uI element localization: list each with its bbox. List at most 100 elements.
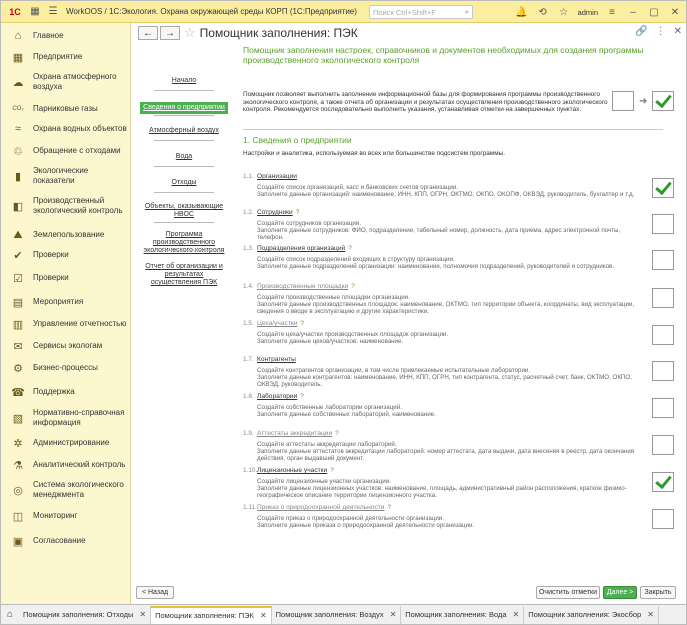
help-question-icon[interactable]: ? [296, 209, 300, 216]
sidebar-item-1[interactable]: ▦ Предприятие [1, 48, 131, 66]
item-done-checkbox[interactable] [652, 361, 674, 381]
close-window-icon[interactable]: ✕ [667, 4, 683, 20]
item-title-link[interactable]: Лицензионные участки? [257, 467, 334, 474]
close-tab-icon[interactable]: ✕ [390, 610, 397, 619]
item-title-link[interactable]: Производственные площадки? [257, 283, 355, 290]
more-actions-icon[interactable]: ⋮ [656, 26, 666, 37]
sidebar-item-19[interactable]: ◎ Система экологического менеджмента [1, 478, 131, 502]
sidebar-item-6[interactable]: ▮ Экологические показатели [1, 164, 131, 188]
wizard-step-2[interactable]: Атмосферный воздух [140, 127, 228, 135]
sidebar-item-8[interactable]: ⛰ Землепользование [1, 226, 131, 244]
close-tab-icon[interactable]: ✕ [260, 611, 267, 620]
clear-marks-button[interactable]: Очистить отметки [536, 586, 600, 599]
item-title-text: Контрагенты [257, 356, 296, 363]
wizard-step-5[interactable]: Объекты, оказывающие НВОС [140, 203, 228, 219]
maximize-icon[interactable]: ▢ [646, 4, 662, 20]
next-button[interactable]: Далее > [603, 586, 637, 599]
home-icon[interactable]: ⌂ [1, 606, 19, 624]
intro-checkbox[interactable] [652, 91, 674, 111]
sidebar-item-12[interactable]: ▥ Управление отчетностью [1, 315, 131, 333]
step-separator [154, 222, 214, 223]
close-tab-icon[interactable]: ✕ [513, 610, 520, 619]
current-user[interactable]: admin [578, 8, 598, 17]
help-question-icon[interactable]: ? [351, 283, 355, 290]
item-number: 1.9. [243, 430, 254, 437]
sidebar-item-9[interactable]: ✔ Проверки [1, 246, 131, 264]
item-title-link[interactable]: Лаборатории? [257, 393, 304, 400]
close-form-icon[interactable]: ✕ [674, 26, 682, 37]
window-tab[interactable]: Помощник заполнения: Воздух ✕ [272, 605, 402, 624]
close-button[interactable]: Закрыть [640, 586, 676, 599]
item-done-checkbox[interactable] [652, 325, 674, 345]
close-tab-icon[interactable]: ✕ [139, 610, 146, 619]
item-done-checkbox[interactable] [652, 250, 674, 270]
sidebar-item-10[interactable]: ☑ Проверки [1, 269, 131, 287]
sidebar-item-3[interactable]: CO₂ Парниковые газы [1, 100, 131, 118]
wizard-step-4[interactable]: Отходы [140, 179, 228, 187]
item-done-checkbox[interactable] [652, 509, 674, 529]
tab-label: Помощник заполнения: ПЭК [155, 611, 254, 620]
item-done-checkbox[interactable] [652, 214, 674, 234]
sidebar-item-5[interactable]: ♲ Обращение с отходами [1, 142, 131, 160]
item-done-checkbox[interactable] [652, 435, 674, 455]
favorite-star-icon[interactable]: ☆ [184, 25, 196, 41]
item-title-link[interactable]: Приказ о природоохранной деятельности? [257, 504, 391, 511]
sidebar-item-15[interactable]: ☎ Поддержка [1, 383, 131, 401]
window-tab[interactable]: Помощник заполнения: Экосбор ✕ [524, 605, 659, 624]
sidebar-item-14[interactable]: ⚙ Бизнес-процессы [1, 359, 131, 377]
item-done-checkbox[interactable] [652, 178, 674, 198]
sidebar-item-16[interactable]: ▧ Нормативно-справочная информация [1, 406, 131, 430]
item-title-link[interactable]: Цеха/участки? [257, 320, 304, 327]
wizard-step-7[interactable]: Отчет об организации и результатах осуще… [140, 263, 228, 287]
window-tab[interactable]: Помощник заполнения: ПЭК ✕ [151, 605, 272, 624]
global-search-input[interactable]: Поиск Ctrl+Shift+F ⌕ [369, 5, 473, 19]
item-number: 1.10. [243, 467, 258, 474]
sidebar-item-13[interactable]: ✉ Сервисы экологам [1, 337, 131, 355]
sidebar-item-21[interactable]: ▣ Согласование [1, 532, 131, 550]
sidebar-item-7[interactable]: ◧ Производственный экологический контроль [1, 193, 131, 219]
item-title-link[interactable]: Аттестаты аккредитации? [257, 430, 339, 437]
close-tab-icon[interactable]: ✕ [647, 610, 654, 619]
link-icon[interactable]: 🔗 [635, 26, 647, 37]
sidebar-item-4[interactable]: ≈ Охрана водных объектов [1, 120, 131, 138]
item-done-checkbox[interactable] [652, 472, 674, 492]
settings-icon[interactable]: ≡ [604, 4, 620, 20]
sidebar-item-11[interactable]: ▤ Мероприятия [1, 293, 131, 311]
forward-nav-button[interactable]: → [160, 26, 180, 40]
window-tab[interactable]: Помощник заполнения: Отходы ✕ [19, 605, 152, 624]
sidebar-item-0[interactable]: ⌂ Главное [1, 27, 131, 45]
sidebar-section-icon: ✉ [13, 340, 23, 353]
item-title-link[interactable]: Организации [257, 173, 297, 180]
wizard-step-0[interactable]: Начало [140, 77, 228, 85]
sidebar-item-20[interactable]: ◫ Мониторинг [1, 507, 131, 525]
history-icon[interactable]: ⟲ [535, 4, 551, 20]
wizard-step-3[interactable]: Вода [140, 153, 228, 161]
item-title-link[interactable]: Подразделения организаций? [257, 245, 352, 252]
item-title-link[interactable]: Контрагенты [257, 356, 296, 363]
back-nav-button[interactable]: ← [138, 26, 158, 40]
wizard-step-6[interactable]: Программа производственного экологическо… [140, 231, 228, 255]
intro-empty-box[interactable] [612, 91, 634, 111]
help-question-icon[interactable]: ? [300, 320, 304, 327]
step-separator [154, 90, 214, 91]
help-question-icon[interactable]: ? [335, 430, 339, 437]
wizard-step-1[interactable]: Сведения о предприятии [140, 102, 228, 114]
window-tab[interactable]: Помощник заполнения: Вода ✕ [401, 605, 525, 624]
help-question-icon[interactable]: ? [330, 467, 334, 474]
bell-icon[interactable]: 🔔 [514, 4, 530, 20]
help-question-icon[interactable]: ? [300, 393, 304, 400]
help-question-icon[interactable]: ? [348, 245, 352, 252]
sidebar-item-17[interactable]: ✲ Администрирование [1, 434, 131, 452]
hamburger-menu-icon[interactable]: ☰ [45, 4, 61, 20]
minimize-icon[interactable]: – [625, 4, 641, 20]
sidebar-item-2[interactable]: ☁ Охрана атмосферного воздуха [1, 70, 131, 94]
item-done-checkbox[interactable] [652, 398, 674, 418]
favorites-star-icon[interactable]: ☆ [556, 4, 572, 20]
grid-menu-icon[interactable]: ▦ [27, 4, 43, 20]
item-title-link[interactable]: Сотрудники? [257, 209, 299, 216]
help-question-icon[interactable]: ? [387, 504, 391, 511]
back-button[interactable]: < Назад [136, 586, 174, 599]
sidebar-item-18[interactable]: ⚗ Аналитический контроль [1, 456, 131, 474]
item-description: Создайте производственные площадки орган… [257, 294, 635, 315]
item-done-checkbox[interactable] [652, 288, 674, 308]
